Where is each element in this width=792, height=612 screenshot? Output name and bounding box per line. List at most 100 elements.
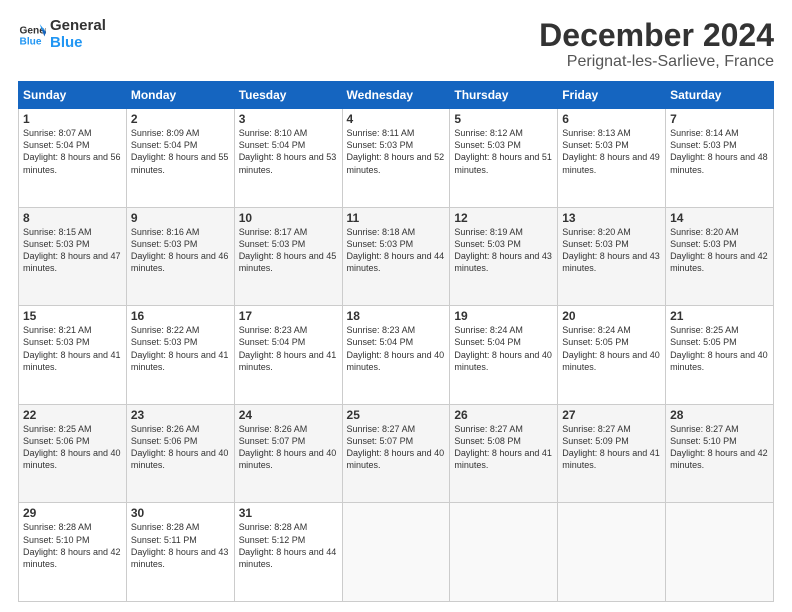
page: General Blue General Blue December 2024 … [0, 0, 792, 612]
day-number: 21 [670, 309, 769, 323]
day-number: 12 [454, 211, 553, 225]
table-row: 29Sunrise: 8:28 AMSunset: 5:10 PMDayligh… [19, 503, 127, 602]
day-number: 22 [23, 408, 122, 422]
day-info: Sunrise: 8:28 AMSunset: 5:11 PMDaylight:… [131, 521, 230, 570]
day-number: 5 [454, 112, 553, 126]
table-row: 10Sunrise: 8:17 AMSunset: 5:03 PMDayligh… [234, 207, 342, 306]
table-row: 31Sunrise: 8:28 AMSunset: 5:12 PMDayligh… [234, 503, 342, 602]
day-number: 25 [347, 408, 446, 422]
table-row: 24Sunrise: 8:26 AMSunset: 5:07 PMDayligh… [234, 404, 342, 503]
day-info: Sunrise: 8:26 AMSunset: 5:06 PMDaylight:… [131, 423, 230, 472]
table-row [450, 503, 558, 602]
col-tuesday: Tuesday [234, 82, 342, 109]
day-info: Sunrise: 8:22 AMSunset: 5:03 PMDaylight:… [131, 324, 230, 373]
table-row: 19Sunrise: 8:24 AMSunset: 5:04 PMDayligh… [450, 306, 558, 405]
calendar-subtitle: Perignat-les-Sarlieve, France [539, 53, 774, 71]
day-number: 8 [23, 211, 122, 225]
col-monday: Monday [126, 82, 234, 109]
table-row: 17Sunrise: 8:23 AMSunset: 5:04 PMDayligh… [234, 306, 342, 405]
header-row: Sunday Monday Tuesday Wednesday Thursday… [19, 82, 774, 109]
day-number: 7 [670, 112, 769, 126]
day-info: Sunrise: 8:20 AMSunset: 5:03 PMDaylight:… [562, 226, 661, 275]
calendar-table: Sunday Monday Tuesday Wednesday Thursday… [18, 81, 774, 602]
table-row: 20Sunrise: 8:24 AMSunset: 5:05 PMDayligh… [558, 306, 666, 405]
day-number: 28 [670, 408, 769, 422]
col-wednesday: Wednesday [342, 82, 450, 109]
day-number: 20 [562, 309, 661, 323]
table-row [558, 503, 666, 602]
table-row: 16Sunrise: 8:22 AMSunset: 5:03 PMDayligh… [126, 306, 234, 405]
day-number: 18 [347, 309, 446, 323]
day-number: 13 [562, 211, 661, 225]
table-row: 18Sunrise: 8:23 AMSunset: 5:04 PMDayligh… [342, 306, 450, 405]
day-number: 27 [562, 408, 661, 422]
table-row: 28Sunrise: 8:27 AMSunset: 5:10 PMDayligh… [666, 404, 774, 503]
title-block: December 2024 Perignat-les-Sarlieve, Fra… [539, 18, 774, 71]
logo-general: General [50, 18, 106, 35]
table-row: 7Sunrise: 8:14 AMSunset: 5:03 PMDaylight… [666, 109, 774, 208]
day-info: Sunrise: 8:25 AMSunset: 5:05 PMDaylight:… [670, 324, 769, 373]
header: General Blue General Blue December 2024 … [18, 18, 774, 71]
day-number: 14 [670, 211, 769, 225]
day-number: 15 [23, 309, 122, 323]
day-number: 1 [23, 112, 122, 126]
day-info: Sunrise: 8:24 AMSunset: 5:05 PMDaylight:… [562, 324, 661, 373]
day-number: 6 [562, 112, 661, 126]
table-row: 1Sunrise: 8:07 AMSunset: 5:04 PMDaylight… [19, 109, 127, 208]
day-number: 19 [454, 309, 553, 323]
day-number: 24 [239, 408, 338, 422]
table-row: 2Sunrise: 8:09 AMSunset: 5:04 PMDaylight… [126, 109, 234, 208]
svg-text:Blue: Blue [20, 36, 42, 47]
day-number: 30 [131, 506, 230, 520]
day-number: 16 [131, 309, 230, 323]
day-info: Sunrise: 8:07 AMSunset: 5:04 PMDaylight:… [23, 127, 122, 176]
day-info: Sunrise: 8:13 AMSunset: 5:03 PMDaylight:… [562, 127, 661, 176]
day-info: Sunrise: 8:21 AMSunset: 5:03 PMDaylight:… [23, 324, 122, 373]
col-thursday: Thursday [450, 82, 558, 109]
day-number: 10 [239, 211, 338, 225]
table-row: 9Sunrise: 8:16 AMSunset: 5:03 PMDaylight… [126, 207, 234, 306]
table-row: 26Sunrise: 8:27 AMSunset: 5:08 PMDayligh… [450, 404, 558, 503]
day-info: Sunrise: 8:17 AMSunset: 5:03 PMDaylight:… [239, 226, 338, 275]
day-info: Sunrise: 8:23 AMSunset: 5:04 PMDaylight:… [347, 324, 446, 373]
day-info: Sunrise: 8:18 AMSunset: 5:03 PMDaylight:… [347, 226, 446, 275]
table-row [666, 503, 774, 602]
table-row: 15Sunrise: 8:21 AMSunset: 5:03 PMDayligh… [19, 306, 127, 405]
day-number: 2 [131, 112, 230, 126]
table-row: 25Sunrise: 8:27 AMSunset: 5:07 PMDayligh… [342, 404, 450, 503]
table-row: 6Sunrise: 8:13 AMSunset: 5:03 PMDaylight… [558, 109, 666, 208]
day-info: Sunrise: 8:16 AMSunset: 5:03 PMDaylight:… [131, 226, 230, 275]
day-number: 31 [239, 506, 338, 520]
day-info: Sunrise: 8:25 AMSunset: 5:06 PMDaylight:… [23, 423, 122, 472]
col-saturday: Saturday [666, 82, 774, 109]
table-row: 23Sunrise: 8:26 AMSunset: 5:06 PMDayligh… [126, 404, 234, 503]
day-info: Sunrise: 8:19 AMSunset: 5:03 PMDaylight:… [454, 226, 553, 275]
day-info: Sunrise: 8:11 AMSunset: 5:03 PMDaylight:… [347, 127, 446, 176]
col-sunday: Sunday [19, 82, 127, 109]
week-row-5: 29Sunrise: 8:28 AMSunset: 5:10 PMDayligh… [19, 503, 774, 602]
week-row-4: 22Sunrise: 8:25 AMSunset: 5:06 PMDayligh… [19, 404, 774, 503]
table-row [342, 503, 450, 602]
day-info: Sunrise: 8:27 AMSunset: 5:10 PMDaylight:… [670, 423, 769, 472]
table-row: 3Sunrise: 8:10 AMSunset: 5:04 PMDaylight… [234, 109, 342, 208]
col-friday: Friday [558, 82, 666, 109]
day-number: 26 [454, 408, 553, 422]
day-number: 29 [23, 506, 122, 520]
table-row: 21Sunrise: 8:25 AMSunset: 5:05 PMDayligh… [666, 306, 774, 405]
table-row: 5Sunrise: 8:12 AMSunset: 5:03 PMDaylight… [450, 109, 558, 208]
week-row-2: 8Sunrise: 8:15 AMSunset: 5:03 PMDaylight… [19, 207, 774, 306]
day-info: Sunrise: 8:26 AMSunset: 5:07 PMDaylight:… [239, 423, 338, 472]
calendar-title: December 2024 [539, 18, 774, 53]
day-info: Sunrise: 8:27 AMSunset: 5:09 PMDaylight:… [562, 423, 661, 472]
table-row: 8Sunrise: 8:15 AMSunset: 5:03 PMDaylight… [19, 207, 127, 306]
day-info: Sunrise: 8:27 AMSunset: 5:08 PMDaylight:… [454, 423, 553, 472]
day-info: Sunrise: 8:09 AMSunset: 5:04 PMDaylight:… [131, 127, 230, 176]
logo-blue: Blue [50, 35, 106, 52]
table-row: 27Sunrise: 8:27 AMSunset: 5:09 PMDayligh… [558, 404, 666, 503]
table-row: 14Sunrise: 8:20 AMSunset: 5:03 PMDayligh… [666, 207, 774, 306]
table-row: 13Sunrise: 8:20 AMSunset: 5:03 PMDayligh… [558, 207, 666, 306]
day-number: 17 [239, 309, 338, 323]
day-info: Sunrise: 8:14 AMSunset: 5:03 PMDaylight:… [670, 127, 769, 176]
week-row-3: 15Sunrise: 8:21 AMSunset: 5:03 PMDayligh… [19, 306, 774, 405]
day-number: 4 [347, 112, 446, 126]
